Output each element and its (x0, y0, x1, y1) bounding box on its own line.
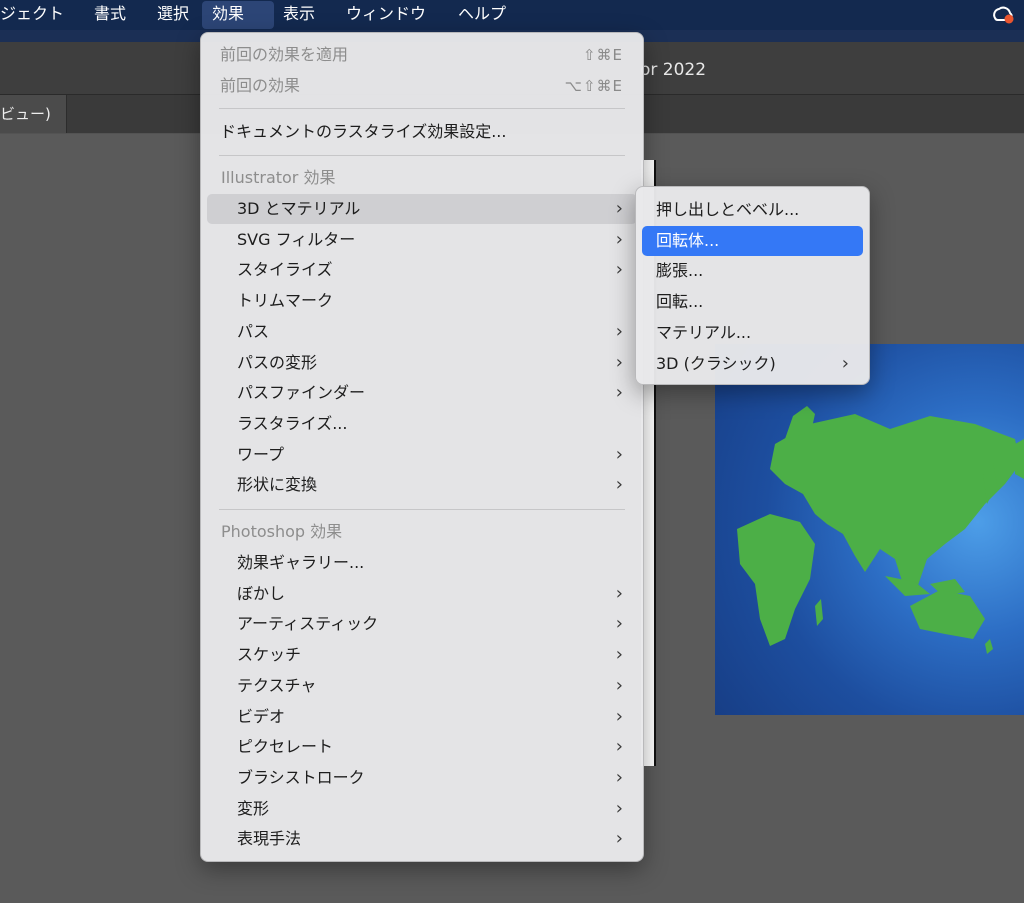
illustrator-effect-item[interactable]: SVG フィルター › (207, 225, 637, 255)
menu-item-label: スケッチ (237, 645, 302, 665)
chevron-right-icon: › (615, 228, 623, 250)
menu-select[interactable]: 選択 (147, 0, 199, 30)
menu-item-label: ラスタライズ... (237, 413, 348, 433)
illustrator-effect-item[interactable]: スタイライズ › (207, 255, 637, 285)
window-title: or 2022 (640, 60, 707, 80)
illustrator-effect-item[interactable]: パスファインダー › (207, 378, 637, 408)
chevron-right-icon: › (841, 352, 849, 374)
menu-item-label: 回転体... (656, 230, 720, 250)
submenu-3d-item[interactable]: 押し出しとベベル... (642, 195, 863, 225)
globe-artwork[interactable] (715, 344, 1024, 715)
photoshop-effect-item[interactable]: ブラシストローク › (207, 763, 637, 793)
shortcut-label: ⇧⌘E (582, 46, 623, 64)
photoshop-effect-item[interactable]: テクスチャ › (207, 671, 637, 701)
submenu-3d-item[interactable]: 3D (クラシック) › (642, 349, 863, 379)
chevron-right-icon: › (615, 766, 623, 788)
shortcut-label: ⌥⇧⌘E (564, 77, 623, 95)
menu-item-label: テクスチャ (237, 675, 317, 695)
menu-view[interactable]: 表示 (273, 0, 325, 30)
chevron-right-icon: › (615, 674, 623, 696)
photoshop-effect-item[interactable]: スケッチ › (207, 640, 637, 670)
menu-item-label: パスの変形 (237, 352, 318, 372)
menu-item-label: ピクセレート (237, 737, 334, 757)
menu-item-apply-last-effect[interactable]: 前回の効果を適用 ⇧⌘E (207, 40, 637, 70)
world-map-image (737, 406, 1024, 654)
menu-item-label: ワープ (237, 444, 285, 464)
section-illustrator-effects: Illustrator 効果 (221, 168, 336, 187)
menu-item-label: 回転... (656, 292, 704, 312)
submenu-3d-item[interactable]: マテリアル... (642, 318, 863, 348)
menu-item-label: パス (237, 321, 270, 341)
chevron-right-icon: › (615, 828, 623, 850)
menu-item-label: トリムマーク (237, 291, 334, 311)
menu-effect[interactable]: 効果 (202, 1, 274, 29)
photoshop-effect-item[interactable]: ぼかし › (207, 579, 637, 609)
menu-item-label: SVG フィルター (237, 229, 356, 249)
creative-cloud-icon[interactable] (992, 5, 1014, 25)
chevron-right-icon: › (615, 736, 623, 758)
photoshop-effect-item[interactable]: ビデオ › (207, 702, 637, 732)
menu-type[interactable]: 書式 (84, 0, 136, 30)
illustrator-effect-item[interactable]: パスの変形 › (207, 348, 637, 378)
menu-item-label: 押し出しとベベル... (656, 200, 800, 219)
chevron-right-icon: › (615, 382, 623, 404)
menu-item-label: 効果ギャラリー... (237, 553, 365, 572)
menu-item-label: ブラシストローク (237, 767, 365, 787)
illustrator-effect-item[interactable]: ワープ › (207, 440, 637, 470)
chevron-right-icon: › (615, 705, 623, 727)
photoshop-effect-item[interactable]: 変形 › (207, 794, 637, 824)
menu-item-label: 膨張... (656, 261, 704, 281)
effect-menu: 前回の効果を適用 ⇧⌘E 前回の効果 ⌥⇧⌘E ドキュメントのラスタライズ効果設… (200, 32, 644, 862)
illustrator-effect-item[interactable]: 3D とマテリアル › (207, 194, 637, 224)
illustrator-effect-item[interactable]: トリムマーク (207, 286, 637, 316)
menu-item-label: マテリアル... (656, 322, 752, 342)
document-tab[interactable]: ビュー) (0, 95, 67, 133)
section-photoshop-effects: Photoshop 効果 (221, 522, 343, 541)
menu-item-label: アーティスティック (237, 614, 379, 634)
menu-item-label: ぼかし (237, 583, 286, 603)
photoshop-effect-item[interactable]: 効果ギャラリー... (207, 548, 637, 578)
chevron-right-icon: › (615, 613, 623, 635)
menu-item-label: スタイライズ (237, 260, 333, 280)
menu-item-last-effect[interactable]: 前回の効果 ⌥⇧⌘E (207, 71, 637, 101)
menu-item-label: パスファインダー (237, 383, 366, 403)
photoshop-effect-item[interactable]: ピクセレート › (207, 732, 637, 762)
menu-item-label: 形状に変換 (237, 475, 318, 495)
menu-item-raster-settings[interactable]: ドキュメントのラスタライズ効果設定... (207, 117, 637, 147)
menu-item-label: 3D とマテリアル (237, 199, 361, 218)
photoshop-effect-item[interactable]: アーティスティック › (207, 609, 637, 639)
chevron-right-icon: › (615, 259, 623, 281)
menu-item-label: 3D (クラシック) (656, 353, 776, 373)
chevron-right-icon: › (615, 443, 623, 465)
separator (219, 155, 625, 156)
photoshop-effect-item[interactable]: 表現手法 › (207, 824, 637, 854)
menu-bar: ジェクト 書式 選択 効果 表示 ウィンドウ ヘルプ (0, 0, 1024, 30)
chevron-right-icon: › (615, 797, 623, 819)
submenu-3d-item[interactable]: 回転... (642, 287, 863, 317)
chevron-right-icon: › (615, 644, 623, 666)
menu-item-label: 表現手法 (237, 829, 302, 849)
illustrator-effect-item[interactable]: パス › (207, 317, 637, 347)
chevron-right-icon: › (615, 582, 623, 604)
illustrator-effect-item[interactable]: ラスタライズ... (207, 409, 637, 439)
chevron-right-icon: › (615, 320, 623, 342)
separator (219, 108, 625, 109)
menu-object[interactable]: ジェクト (0, 0, 74, 30)
submenu-3d-materials: 押し出しとベベル... 回転体... 膨張... 回転... マテリアル... 3D (ク… (635, 186, 870, 385)
chevron-right-icon: › (615, 474, 623, 496)
illustrator-effect-item[interactable]: 形状に変換 › (207, 470, 637, 500)
menu-item-label: ビデオ (237, 706, 286, 726)
separator (219, 509, 625, 510)
menu-window[interactable]: ウィンドウ (336, 0, 436, 30)
chevron-right-icon: › (615, 198, 623, 219)
submenu-3d-item[interactable]: 膨張... (642, 256, 863, 286)
chevron-right-icon: › (615, 351, 623, 373)
menu-item-label: 変形 (237, 798, 270, 818)
submenu-3d-item[interactable]: 回転体... (642, 225, 863, 256)
menu-help[interactable]: ヘルプ (448, 0, 516, 30)
